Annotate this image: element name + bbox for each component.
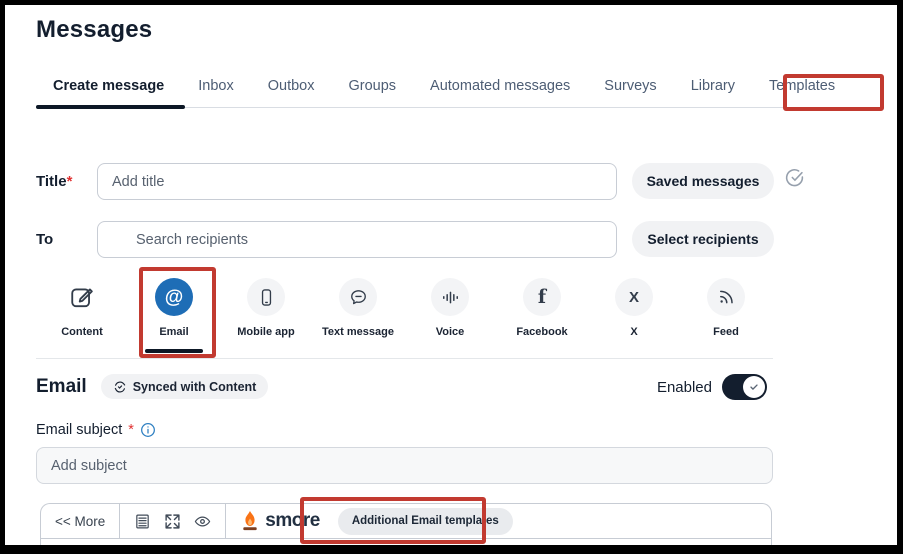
channel-email[interactable]: @ Email	[128, 278, 220, 353]
page-title: Messages	[36, 16, 152, 44]
channel-x[interactable]: X X	[588, 278, 680, 353]
mobile-phone-icon	[247, 278, 285, 316]
active-tab-indicator	[36, 105, 185, 109]
saved-messages-button[interactable]: Saved messages	[632, 163, 774, 199]
compose-icon	[63, 278, 101, 316]
enabled-label: Enabled	[657, 379, 712, 396]
more-tools-button[interactable]: << More	[55, 514, 119, 529]
sync-icon	[113, 380, 127, 394]
channel-mobile-app[interactable]: Mobile app	[220, 278, 312, 353]
channel-feed[interactable]: Feed	[680, 278, 772, 353]
channel-text-message[interactable]: Text message	[312, 278, 404, 353]
email-subject-input[interactable]	[36, 447, 773, 484]
preview-eye-icon[interactable]	[194, 513, 211, 530]
toggle-knob	[743, 376, 765, 398]
required-asterisk: *	[67, 173, 73, 190]
check-circle-icon	[784, 167, 805, 188]
fullscreen-expand-icon[interactable]	[164, 513, 181, 530]
to-field-label: To	[36, 221, 53, 258]
tab-surveys[interactable]: Surveys	[604, 78, 656, 94]
tab-outbox[interactable]: Outbox	[268, 78, 315, 94]
tab-inbox[interactable]: Inbox	[198, 78, 233, 94]
facebook-icon: f	[523, 278, 561, 316]
channel-voice[interactable]: Voice	[404, 278, 496, 353]
channel-facebook[interactable]: f Facebook	[496, 278, 588, 353]
at-sign-icon: @	[155, 278, 193, 316]
flame-icon	[240, 510, 260, 532]
title-input[interactable]	[97, 163, 617, 200]
tab-library[interactable]: Library	[691, 78, 735, 94]
title-field-label: Title*	[36, 163, 72, 200]
tab-groups[interactable]: Groups	[348, 78, 396, 94]
tab-templates[interactable]: Templates	[769, 78, 835, 94]
select-recipients-button[interactable]: Select recipients	[632, 221, 774, 257]
email-subject-label: Email subject *	[36, 422, 156, 438]
source-blocks-icon[interactable]	[134, 513, 151, 530]
channel-content[interactable]: Content	[36, 278, 128, 353]
editor-toolbar: << More smore	[41, 504, 771, 539]
channel-selector: Content @ Email Mobile app Text message …	[36, 278, 772, 353]
messages-page: Messages Create message Inbox Outbox Gro…	[5, 5, 897, 545]
synced-with-content-badge: Synced with Content	[101, 374, 269, 399]
required-asterisk: *	[128, 422, 134, 438]
email-section-heading: Email	[36, 376, 87, 398]
tab-bar: Create message Inbox Outbox Groups Autom…	[36, 78, 883, 108]
selected-channel-indicator	[145, 349, 203, 353]
email-enabled-toggle[interactable]	[722, 374, 767, 400]
x-logo-icon: X	[615, 278, 653, 316]
screenshot-frame: Messages Create message Inbox Outbox Gro…	[0, 0, 903, 554]
chat-bubble-icon	[339, 278, 377, 316]
additional-email-templates-button[interactable]: Additional Email templates	[338, 508, 513, 535]
recipients-field	[97, 221, 617, 258]
voice-waveform-icon	[431, 278, 469, 316]
rss-feed-icon	[707, 278, 745, 316]
info-icon[interactable]	[140, 422, 156, 438]
email-body-editor: << More smore	[40, 503, 772, 545]
section-divider	[36, 358, 773, 359]
search-recipients-input[interactable]	[97, 221, 617, 258]
tab-underline-track	[36, 107, 883, 108]
smore-brand[interactable]: smore	[226, 510, 334, 532]
smore-logo-text: smore	[265, 510, 320, 532]
tab-create-message[interactable]: Create message	[53, 78, 164, 94]
tab-automated-messages[interactable]: Automated messages	[430, 78, 570, 94]
